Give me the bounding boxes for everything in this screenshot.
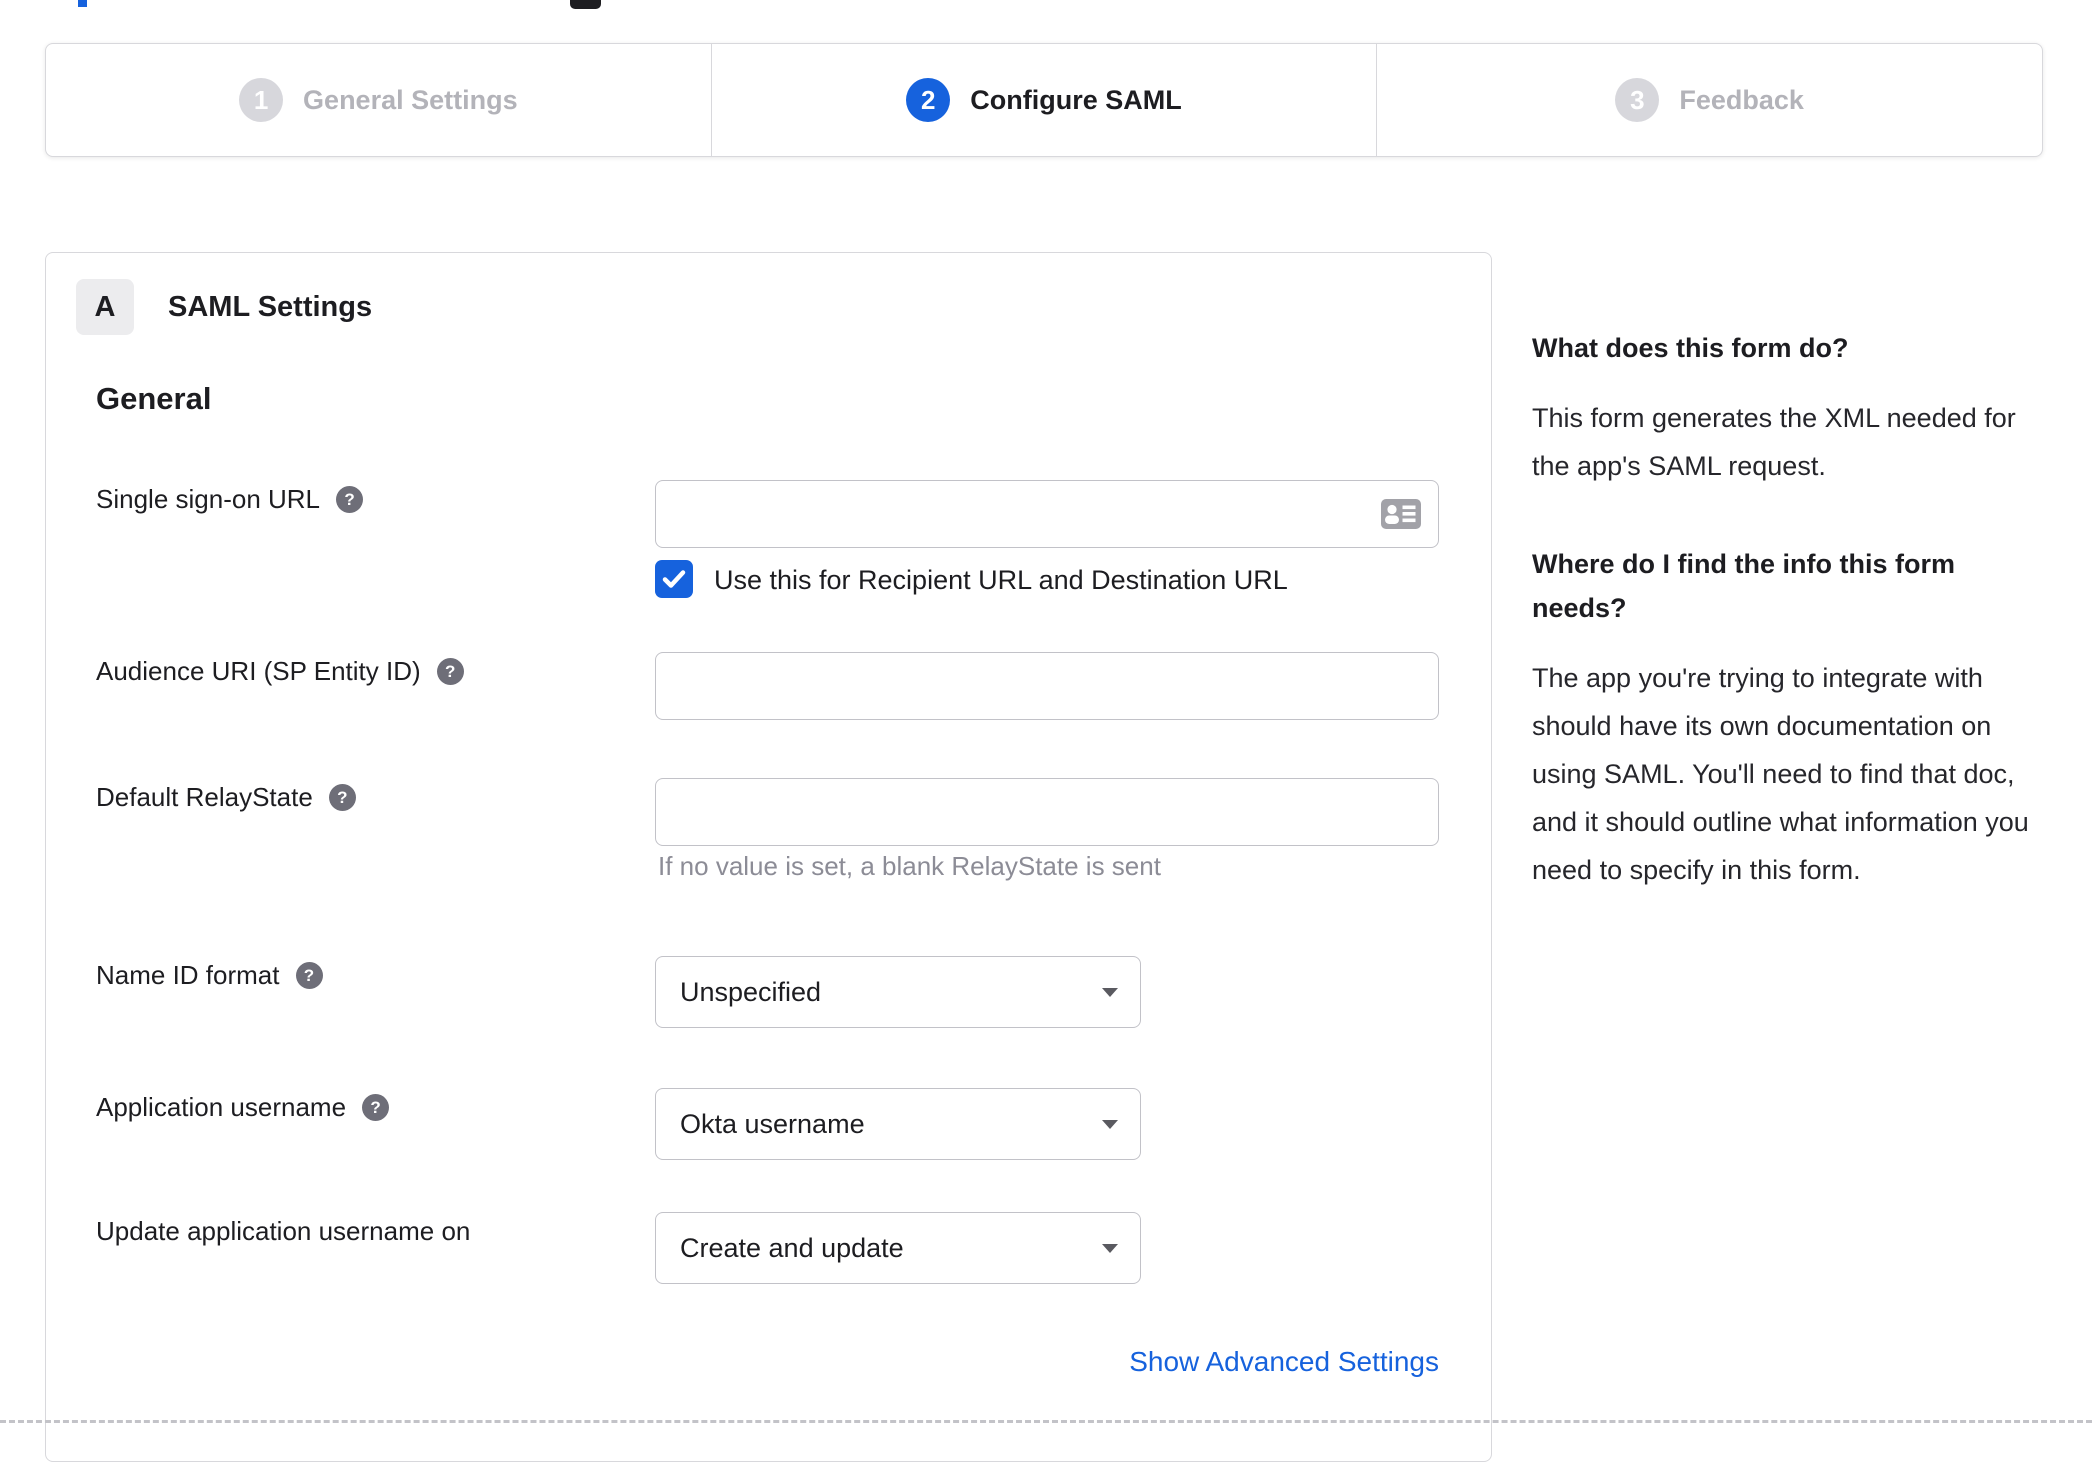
audience-uri-label: Audience URI (SP Entity ID)	[96, 656, 421, 686]
step-3-label: Feedback	[1679, 84, 1804, 115]
relay-state-helper-text: If no value is set, a blank RelayState i…	[658, 851, 1161, 881]
relay-state-label: Default RelayState	[96, 782, 313, 812]
application-username-value: Okta username	[680, 1108, 865, 1139]
name-id-format-label-row: Name ID format ?	[96, 960, 323, 991]
step-1-label: General Settings	[303, 84, 518, 115]
update-username-value: Create and update	[680, 1232, 904, 1263]
step-configure-saml[interactable]: 2 Configure SAML	[710, 44, 1377, 156]
relay-state-input[interactable]	[655, 778, 1439, 846]
audience-uri-help-icon[interactable]: ?	[436, 658, 464, 685]
update-username-label-row: Update application username on	[96, 1216, 470, 1247]
chevron-down-icon	[1102, 987, 1118, 997]
relay-state-input-wrap	[655, 778, 1439, 846]
section-title: SAML Settings	[168, 291, 373, 323]
name-id-format-select[interactable]: Unspecified	[655, 956, 1141, 1028]
checkmark-icon	[662, 570, 686, 588]
contact-card-icon	[1381, 499, 1421, 529]
sso-url-input[interactable]	[655, 480, 1439, 548]
application-username-help-icon[interactable]: ?	[362, 1094, 390, 1121]
audience-uri-input[interactable]	[655, 652, 1439, 720]
relay-state-label-row: Default RelayState ?	[96, 782, 356, 813]
sso-url-help-icon[interactable]: ?	[336, 486, 364, 513]
name-id-format-help-icon[interactable]: ?	[295, 962, 323, 989]
cutoff-title-accent	[78, 0, 87, 7]
recipient-url-checkbox-label: Use this for Recipient URL and Destinati…	[714, 565, 1288, 595]
saml-settings-card: A SAML Settings General Single sign-on U…	[45, 252, 1492, 1462]
relay-state-help-icon[interactable]: ?	[328, 784, 356, 811]
sidebar-paragraph-what: This form generates the XML needed for t…	[1532, 403, 2016, 481]
application-username-select[interactable]: Okta username	[655, 1088, 1141, 1160]
name-id-format-value: Unspecified	[680, 976, 822, 1007]
chevron-down-icon	[1102, 1243, 1118, 1253]
audience-uri-label-row: Audience URI (SP Entity ID) ?	[96, 656, 464, 687]
audience-uri-input-wrap	[655, 652, 1439, 720]
step-1-number: 1	[239, 78, 284, 122]
show-advanced-settings-link[interactable]: Show Advanced Settings	[655, 1346, 1439, 1378]
step-feedback[interactable]: 3 Feedback	[1376, 44, 2042, 156]
step-3-number: 3	[1615, 78, 1660, 122]
section-a-badge: A	[76, 279, 134, 335]
sidebar-paragraph-where: The app you're trying to integrate with …	[1532, 663, 2029, 885]
step-2-number: 2	[906, 78, 951, 122]
sso-url-label: Single sign-on URL	[96, 484, 321, 514]
application-username-label: Application username	[96, 1092, 347, 1122]
sso-url-label-row: Single sign-on URL ?	[96, 484, 364, 515]
wizard-stepper: 1 General Settings 2 Configure SAML 3 Fe…	[45, 43, 2043, 157]
recipient-url-checkbox[interactable]	[655, 560, 693, 598]
chevron-down-icon	[1102, 1119, 1118, 1129]
sidebar-heading-where: Where do I find the info this form needs…	[1532, 549, 1955, 623]
update-username-select[interactable]: Create and update	[655, 1212, 1141, 1284]
sidebar-heading-what: What does this form do?	[1532, 333, 1849, 363]
sso-url-input-wrap	[655, 480, 1439, 548]
step-general-settings[interactable]: 1 General Settings	[46, 44, 711, 156]
application-username-label-row: Application username ?	[96, 1092, 390, 1123]
step-2-label: Configure SAML	[970, 84, 1182, 115]
update-username-label: Update application username on	[96, 1216, 471, 1246]
cutoff-icon-remnant	[570, 0, 601, 9]
name-id-format-label: Name ID format	[96, 960, 280, 990]
help-sidebar: What does this form do? This form genera…	[1532, 326, 2048, 946]
general-heading: General	[96, 381, 212, 416]
dashed-divider	[0, 1420, 2092, 1423]
